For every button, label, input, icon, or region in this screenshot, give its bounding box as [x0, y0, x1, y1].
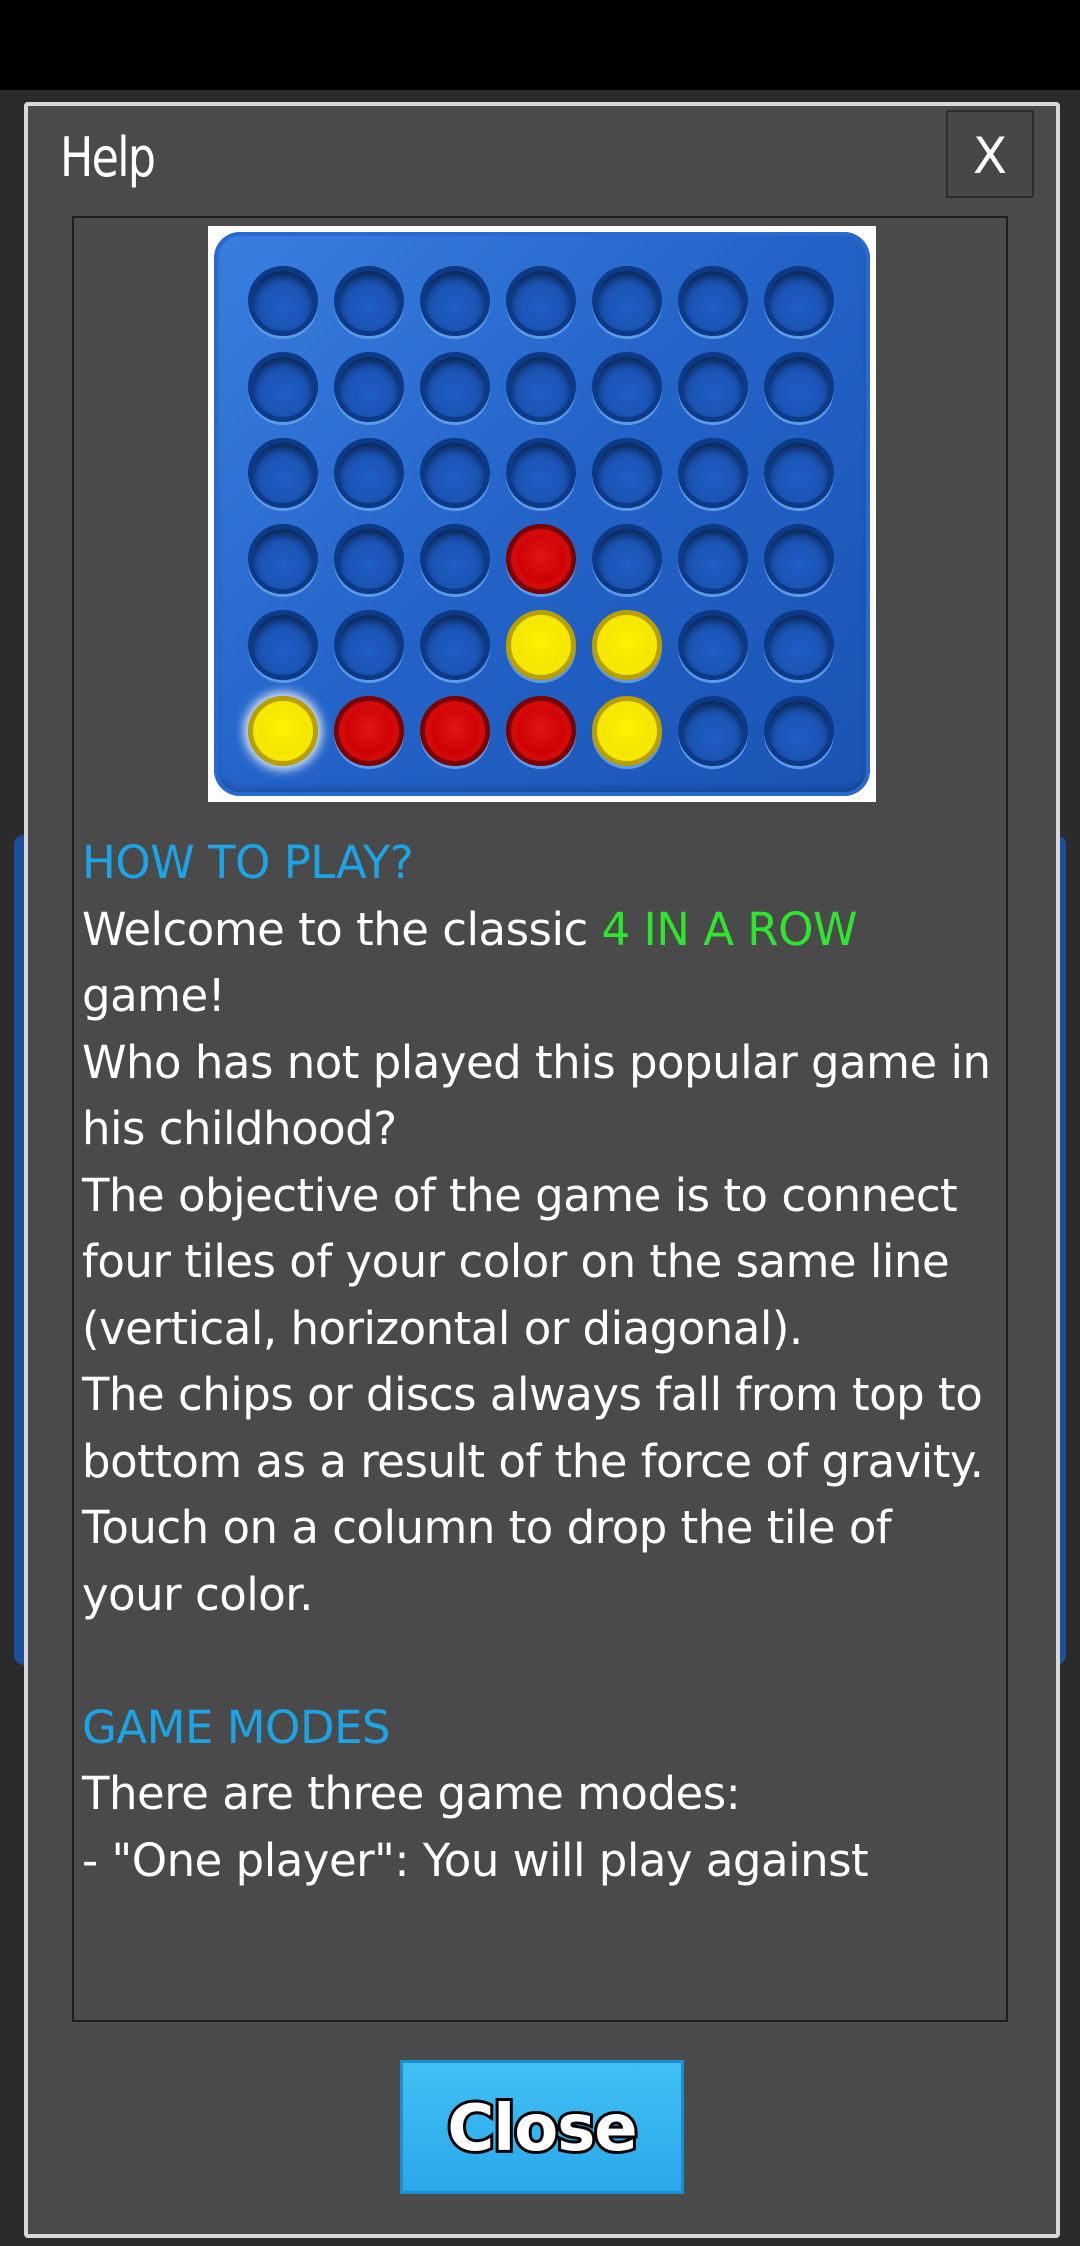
empty-slot [334, 524, 404, 594]
red-disc [334, 696, 404, 766]
touch-paragraph: Touch on a column to drop the tile of yo… [82, 1501, 892, 1621]
close-button[interactable]: Close [400, 2060, 684, 2194]
empty-slot [592, 438, 662, 508]
empty-slot [678, 352, 748, 422]
empty-slot [248, 266, 318, 336]
objective-paragraph: The objective of the game is to connect … [82, 1168, 958, 1355]
dialog-title: Help [60, 126, 156, 189]
empty-slot [678, 524, 748, 594]
empty-slot [334, 352, 404, 422]
red-disc [506, 696, 576, 766]
close-button-label: Close [444, 2089, 640, 2169]
empty-slot [592, 352, 662, 422]
empty-slot [506, 352, 576, 422]
red-disc [420, 696, 490, 766]
welcome-suffix: game! [82, 969, 226, 1022]
empty-slot [506, 266, 576, 336]
help-dialog: Help X HOW TO PLAY? Welcome to the class… [24, 102, 1060, 2238]
empty-slot [764, 610, 834, 680]
empty-slot [334, 610, 404, 680]
empty-slot [420, 266, 490, 336]
empty-slot [592, 524, 662, 594]
empty-slot [420, 610, 490, 680]
one-player-paragraph: - "One player": You will play against [82, 1833, 869, 1887]
game-name-highlight: 4 IN A ROW [601, 902, 858, 956]
empty-slot [506, 438, 576, 508]
yellow-disc [248, 696, 318, 766]
yellow-disc [506, 610, 576, 680]
empty-slot [678, 696, 748, 766]
gravity-paragraph: The chips or discs always fall from top … [82, 1368, 984, 1488]
empty-slot [420, 524, 490, 594]
modes-paragraph: There are three game modes: [82, 1767, 741, 1820]
screen: Help X HOW TO PLAY? Welcome to the class… [0, 0, 1080, 2246]
empty-slot [764, 266, 834, 336]
empty-slot [248, 352, 318, 422]
empty-slot [678, 610, 748, 680]
connect-four-board-image [208, 226, 876, 802]
empty-slot [764, 696, 834, 766]
empty-slot [334, 438, 404, 508]
empty-slot [678, 438, 748, 508]
empty-slot [334, 266, 404, 336]
empty-slot [592, 266, 662, 336]
how-to-play-heading: HOW TO PLAY? [82, 836, 414, 889]
empty-slot [764, 352, 834, 422]
yellow-disc [592, 696, 662, 766]
empty-slot [420, 352, 490, 422]
empty-slot [764, 524, 834, 594]
game-modes-heading: GAME MODES [82, 1700, 391, 1754]
welcome-paragraph: Welcome to the classic 4 IN A ROW game! [82, 897, 1002, 1030]
close-x-button[interactable]: X [946, 110, 1034, 198]
yellow-disc [592, 610, 662, 680]
game-board [214, 232, 870, 796]
empty-slot [764, 438, 834, 508]
empty-slot [248, 610, 318, 680]
empty-slot [420, 438, 490, 508]
childhood-paragraph: Who has not played this popular game in … [82, 1035, 991, 1156]
help-text: HOW TO PLAY? Welcome to the classic 4 IN… [82, 830, 1002, 1894]
welcome-prefix: Welcome to the classic [82, 902, 602, 956]
red-disc [506, 524, 576, 594]
help-scroll-area[interactable]: HOW TO PLAY? Welcome to the classic 4 IN… [72, 216, 1008, 2022]
empty-slot [678, 266, 748, 336]
empty-slot [248, 524, 318, 594]
empty-slot [248, 438, 318, 508]
